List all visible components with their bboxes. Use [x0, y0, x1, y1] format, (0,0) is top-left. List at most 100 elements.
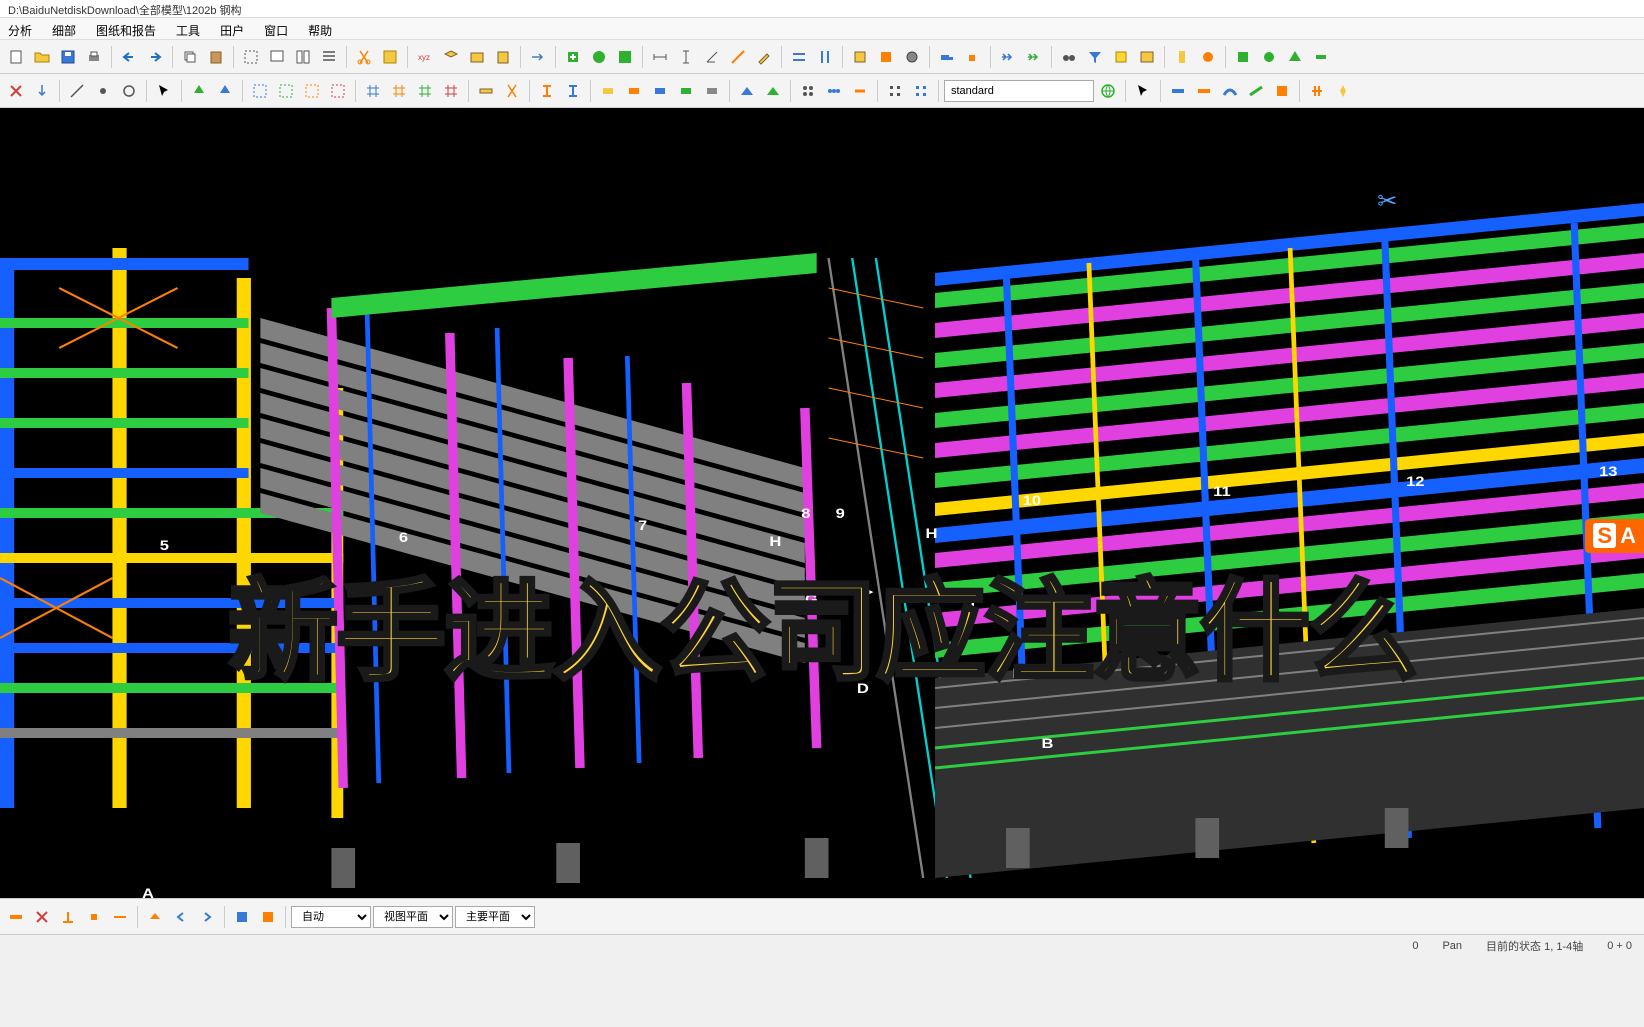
select-all-icon[interactable] — [239, 45, 263, 69]
arrow-tool-icon[interactable] — [526, 45, 550, 69]
render-a-icon[interactable] — [230, 905, 254, 929]
snap-near-icon[interactable] — [108, 905, 132, 929]
bolt-icon[interactable] — [900, 45, 924, 69]
truck-icon[interactable] — [935, 45, 959, 69]
save-icon[interactable] — [56, 45, 80, 69]
binoculars-icon[interactable] — [1057, 45, 1081, 69]
print-icon[interactable] — [82, 45, 106, 69]
green-part-icon[interactable] — [1257, 45, 1281, 69]
dimension-angle-icon[interactable] — [700, 45, 724, 69]
bolt-group-icon[interactable] — [822, 79, 846, 103]
green-assembly-icon[interactable] — [1231, 45, 1255, 69]
window-tool-icon[interactable] — [1135, 45, 1159, 69]
green-check-icon[interactable] — [587, 45, 611, 69]
ruler-icon[interactable] — [474, 79, 498, 103]
undo-icon[interactable] — [117, 45, 141, 69]
misc-tool-1-icon[interactable] — [1170, 45, 1194, 69]
globe-icon[interactable] — [1096, 79, 1120, 103]
xyz-icon[interactable]: xyz — [413, 45, 437, 69]
tree-green-icon[interactable] — [187, 79, 211, 103]
redo-icon[interactable] — [143, 45, 167, 69]
filter-icon[interactable] — [1083, 45, 1107, 69]
surface-a-icon[interactable] — [735, 79, 759, 103]
grid-a-icon[interactable] — [361, 79, 385, 103]
snap-down-icon[interactable] — [30, 79, 54, 103]
plate-d-icon[interactable] — [674, 79, 698, 103]
layout-icon[interactable] — [291, 45, 315, 69]
green-misc-icon[interactable] — [1309, 45, 1333, 69]
copy-icon[interactable] — [178, 45, 202, 69]
properties-icon[interactable] — [378, 45, 402, 69]
list-icon[interactable] — [317, 45, 341, 69]
i-beam-icon[interactable] — [561, 79, 585, 103]
surface-b-icon[interactable] — [761, 79, 785, 103]
snap-x-icon[interactable] — [4, 79, 28, 103]
measure-tool-icon[interactable] — [726, 45, 750, 69]
highlight-icon[interactable] — [1109, 45, 1133, 69]
menu-window[interactable]: 窗口 — [260, 20, 292, 37]
component-icon[interactable] — [874, 45, 898, 69]
scissors-small-icon[interactable] — [500, 79, 524, 103]
cut-icon[interactable] — [352, 45, 376, 69]
green-list-icon[interactable] — [613, 45, 637, 69]
paste-icon[interactable] — [204, 45, 228, 69]
snap-mid-x-icon[interactable] — [30, 905, 54, 929]
pattern-b-icon[interactable] — [909, 79, 933, 103]
panel-icon[interactable] — [1270, 79, 1294, 103]
arrows-right-icon[interactable] — [996, 45, 1020, 69]
snap-point-icon[interactable] — [91, 79, 115, 103]
dimension-h-icon[interactable] — [648, 45, 672, 69]
viewplane-dropdown[interactable]: 视图平面 — [373, 906, 453, 928]
select-d-icon[interactable] — [326, 79, 350, 103]
window-icon[interactable] — [265, 45, 289, 69]
select-c-icon[interactable] — [300, 79, 324, 103]
workplane-prev-icon[interactable] — [169, 905, 193, 929]
menu-analysis[interactable]: 分析 — [4, 20, 36, 37]
dimension-v-icon[interactable] — [674, 45, 698, 69]
tree-blue-icon[interactable] — [213, 79, 237, 103]
beam-curve-icon[interactable] — [1218, 79, 1242, 103]
select-b-icon[interactable] — [274, 79, 298, 103]
cursor-icon[interactable] — [152, 79, 176, 103]
mainplane-dropdown[interactable]: 主要平面 — [455, 906, 535, 928]
plate-e-icon[interactable] — [700, 79, 724, 103]
pattern-a-icon[interactable] — [883, 79, 907, 103]
conn-orange-icon[interactable] — [1305, 79, 1329, 103]
menu-drawings[interactable]: 图纸和报告 — [92, 20, 160, 37]
plate-a-icon[interactable] — [596, 79, 620, 103]
grid-d-icon[interactable] — [439, 79, 463, 103]
beam-h-blue-icon[interactable] — [1166, 79, 1190, 103]
snap-int-icon[interactable] — [82, 905, 106, 929]
edit-tool-icon[interactable] — [752, 45, 776, 69]
view-dropdown[interactable] — [944, 80, 1094, 102]
select-a-icon[interactable] — [248, 79, 272, 103]
grid-c-icon[interactable] — [413, 79, 437, 103]
snap-end-icon[interactable] — [4, 905, 28, 929]
3d-viewport[interactable]: 5 6 7 8 9 10 11 12 13 H H G F E D B A ✂ … — [0, 108, 1644, 898]
snap-circle-icon[interactable] — [117, 79, 141, 103]
menu-help[interactable]: 帮助 — [304, 20, 336, 37]
column-icon[interactable] — [813, 45, 837, 69]
new-file-icon[interactable] — [4, 45, 28, 69]
cursor2-icon[interactable] — [1131, 79, 1155, 103]
menu-detail[interactable]: 细部 — [48, 20, 80, 37]
arrows-right2-icon[interactable] — [1022, 45, 1046, 69]
beam-angle-icon[interactable] — [1244, 79, 1268, 103]
snap-perp-icon[interactable] — [56, 905, 80, 929]
h-beam-icon[interactable] — [535, 79, 559, 103]
beam-h-orange-icon[interactable] — [1192, 79, 1216, 103]
grid-b-icon[interactable] — [387, 79, 411, 103]
snap-line-icon[interactable] — [65, 79, 89, 103]
conn-rocket-icon[interactable] — [1331, 79, 1355, 103]
menu-tools[interactable]: 工具 — [172, 20, 204, 37]
misc-tool-2-icon[interactable] — [1196, 45, 1220, 69]
bolt-array-icon[interactable] — [796, 79, 820, 103]
menu-user[interactable]: 田户 — [216, 20, 248, 37]
weld-icon[interactable] — [848, 79, 872, 103]
render-b-icon[interactable] — [256, 905, 280, 929]
connection-icon[interactable] — [848, 45, 872, 69]
green-detail-icon[interactable] — [1283, 45, 1307, 69]
clipboard-icon[interactable] — [491, 45, 515, 69]
window-new-icon[interactable] — [465, 45, 489, 69]
open-file-icon[interactable] — [30, 45, 54, 69]
